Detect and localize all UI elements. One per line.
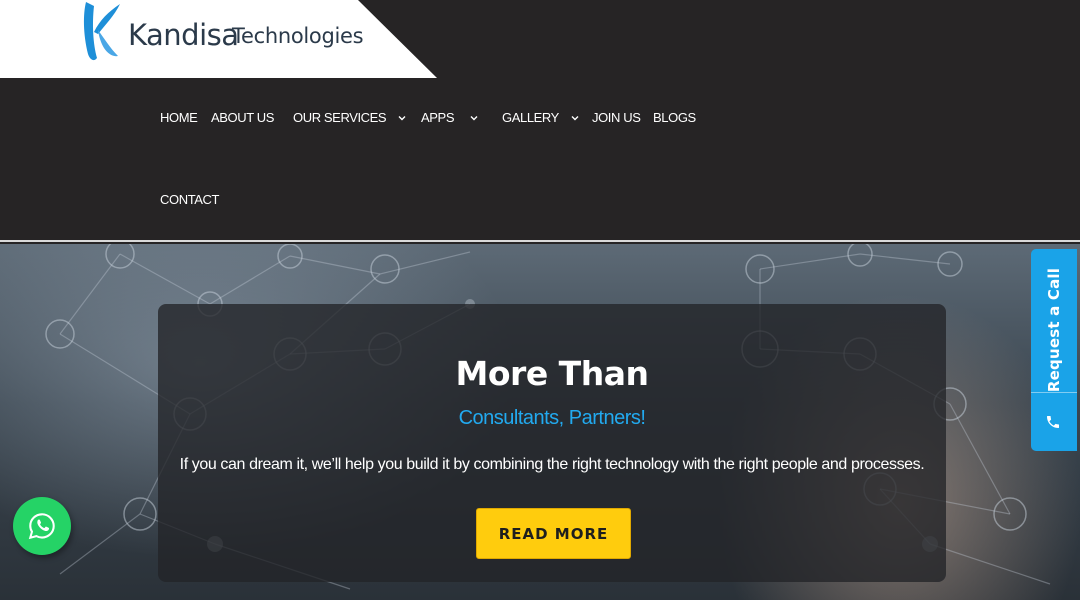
hero-description: If you can dream it, we’ll help you buil… <box>179 456 925 473</box>
chevron-down-icon <box>571 115 579 120</box>
logo-tagline: Technologies <box>232 24 364 48</box>
nav-label: OUR SERVICES <box>293 110 387 125</box>
logo-name: Kandisa <box>128 18 239 52</box>
nav-label: GALLERY <box>502 110 559 125</box>
nav-about-us[interactable]: ABOUT US <box>211 110 274 125</box>
nav-apps[interactable]: APPS <box>421 110 480 125</box>
logo-mark-icon <box>83 2 120 61</box>
logo[interactable]: Kandisa Technologies <box>0 0 440 78</box>
nav-label: CONTACT <box>160 192 220 207</box>
chevron-down-icon <box>470 115 478 120</box>
nav-home[interactable]: HOME <box>160 110 198 125</box>
nav-contact[interactable]: CONTACT <box>160 192 219 207</box>
nav-label: ABOUT US <box>211 110 275 125</box>
nav-label: JOIN US <box>592 110 641 125</box>
nav-blogs[interactable]: BLOGS <box>653 110 696 125</box>
request-call-label: Request a Call <box>1045 267 1063 393</box>
nav-our-services[interactable]: OUR SERVICES <box>293 110 408 125</box>
nav-gallery[interactable]: GALLERY <box>502 110 581 125</box>
hero-subtitle: Consultants, Partners! <box>458 407 646 429</box>
nav-label: APPS <box>421 110 455 125</box>
whatsapp-button[interactable] <box>13 497 71 555</box>
phone-icon[interactable] <box>1045 414 1061 430</box>
site-header: Kandisa Technologies HOME ABOUT US OUR S… <box>0 0 1080 242</box>
nav-label: HOME <box>160 110 198 125</box>
nav-label: BLOGS <box>653 110 696 125</box>
read-more-button[interactable]: READ MORE <box>476 508 631 559</box>
hero-title: More Than <box>455 354 649 393</box>
request-call-divider <box>1031 392 1077 393</box>
whatsapp-icon <box>28 513 55 540</box>
chevron-down-icon <box>398 115 406 120</box>
nav-join-us[interactable]: JOIN US <box>592 110 641 125</box>
